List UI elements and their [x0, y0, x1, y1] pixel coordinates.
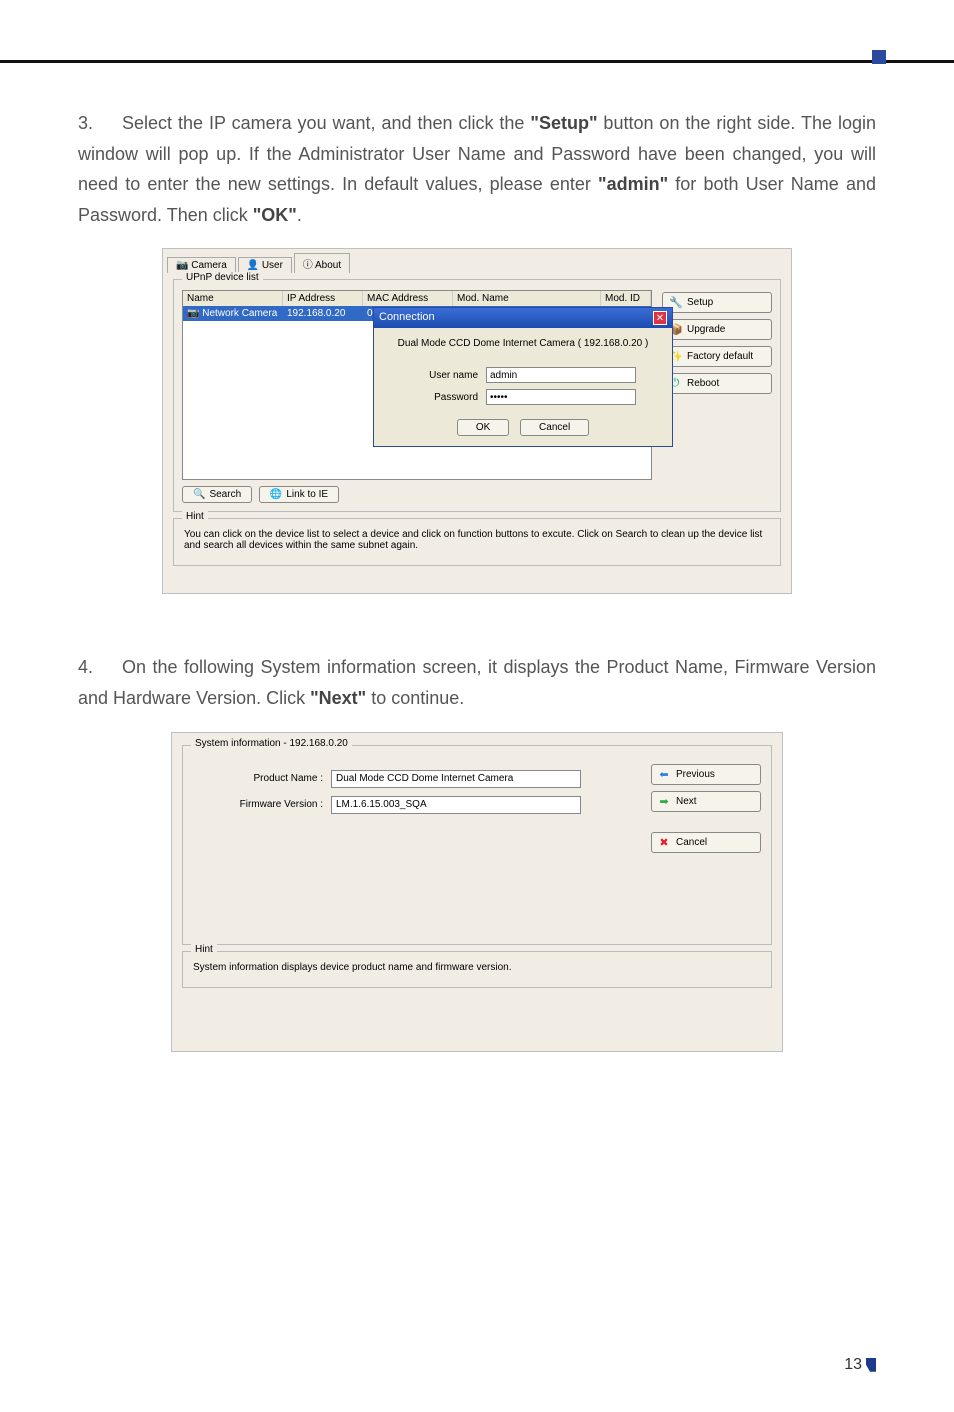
system-info-group: System information - 192.168.0.20 Produc…	[182, 745, 772, 945]
next-button[interactable]: ➡Next	[651, 791, 761, 812]
screenshot-setup-dialog: 📷 Camera 👤 User ⓘ About UPnP device list…	[162, 248, 792, 594]
sysinfo-legend: System information - 192.168.0.20	[191, 738, 352, 749]
col-mod-name[interactable]: Mod. Name	[453, 291, 601, 306]
col-ip[interactable]: IP Address	[283, 291, 363, 306]
connection-dialog: Connection ✕ Dual Mode CCD Dome Internet…	[373, 307, 673, 447]
hint-text-2: System information displays device produ…	[193, 962, 761, 973]
username-label: User name	[410, 370, 478, 381]
factory-default-button[interactable]: ✨Factory default	[662, 346, 772, 367]
cancel-button[interactable]: Cancel	[520, 419, 589, 436]
col-mac[interactable]: MAC Address	[363, 291, 453, 306]
hint-text: You can click on the device list to sele…	[184, 529, 770, 551]
dialog-title: Connection	[379, 311, 435, 325]
product-name-label: Product Name :	[213, 773, 323, 784]
step-4-text: 4.On the following System information sc…	[78, 652, 876, 713]
firmware-version-field	[331, 796, 581, 814]
tab-user[interactable]: 👤 User	[238, 257, 292, 273]
dialog-device-line: Dual Mode CCD Dome Internet Camera ( 192…	[386, 338, 660, 349]
upgrade-button[interactable]: 📦Upgrade	[662, 319, 772, 340]
page-corner-mark	[866, 1358, 876, 1372]
hint-box-2: Hint System information displays device …	[182, 951, 772, 988]
cancel-button-2[interactable]: ✖Cancel	[651, 832, 761, 853]
col-mod-id[interactable]: Mod. ID	[601, 291, 651, 306]
password-input[interactable]	[486, 389, 636, 405]
tab-bar: 📷 Camera 👤 User ⓘ About	[163, 249, 791, 273]
search-icon: 🔍	[193, 489, 205, 500]
link-to-ie-button[interactable]: 🌐Link to IE	[259, 486, 339, 503]
product-name-field	[331, 770, 581, 788]
header-rule	[0, 60, 954, 63]
hint-legend: Hint	[182, 511, 208, 522]
ie-icon: 🌐	[270, 489, 282, 500]
firmware-version-label: Firmware Version :	[213, 799, 323, 810]
header-corner-mark	[872, 50, 886, 64]
step-4-number: 4.	[78, 652, 100, 683]
reboot-button[interactable]: ⏻Reboot	[662, 373, 772, 394]
arrow-right-icon: ➡	[658, 795, 670, 808]
username-input[interactable]	[486, 367, 636, 383]
search-button[interactable]: 🔍Search	[182, 486, 252, 503]
close-icon[interactable]: ✕	[653, 311, 667, 325]
setup-button[interactable]: 🔧Setup	[662, 292, 772, 313]
column-headers: Name IP Address MAC Address Mod. Name Mo…	[183, 291, 651, 306]
previous-button[interactable]: ⬅Previous	[651, 764, 761, 785]
tab-about[interactable]: ⓘ About	[294, 253, 350, 273]
hint-box: Hint You can click on the device list to…	[173, 518, 781, 566]
cancel-icon: ✖	[658, 836, 670, 849]
page-number: 13	[844, 1356, 876, 1374]
tab-camera[interactable]: 📷 Camera	[167, 257, 236, 273]
step-3-text: 3.Select the IP camera you want, and the…	[78, 108, 876, 230]
side-button-column: 🔧Setup 📦Upgrade ✨Factory default ⏻Reboot	[662, 290, 772, 480]
arrow-left-icon: ⬅	[658, 768, 670, 781]
step-3-number: 3.	[78, 108, 100, 139]
ok-button[interactable]: OK	[457, 419, 509, 436]
hint-legend-2: Hint	[191, 944, 217, 955]
group-legend: UPnP device list	[182, 272, 263, 283]
screenshot-system-info: System information - 192.168.0.20 Produc…	[171, 732, 783, 1052]
password-label: Password	[410, 392, 478, 403]
dialog-titlebar[interactable]: Connection ✕	[374, 308, 672, 328]
col-name[interactable]: Name	[183, 291, 283, 306]
